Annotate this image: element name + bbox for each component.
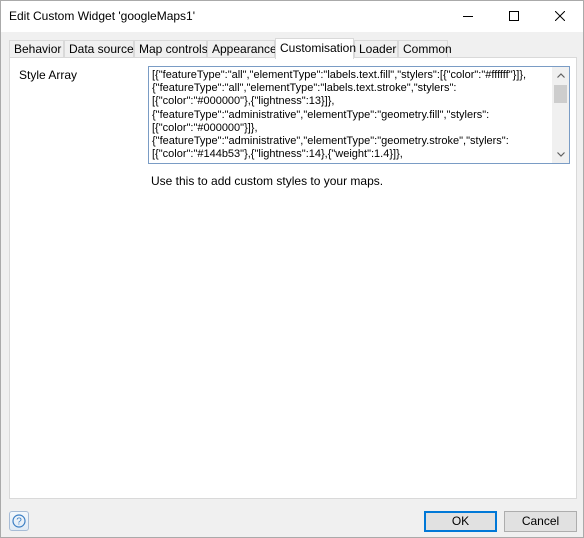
- tab-customisation[interactable]: Customisation: [275, 38, 356, 59]
- ok-button[interactable]: OK: [424, 511, 497, 532]
- scroll-down-button[interactable]: [552, 146, 569, 163]
- minimize-button[interactable]: [445, 1, 491, 31]
- maximize-button[interactable]: [491, 1, 537, 31]
- close-button[interactable]: [537, 1, 583, 31]
- help-button[interactable]: ?: [9, 511, 29, 531]
- scroll-up-button[interactable]: [552, 67, 569, 84]
- cancel-button[interactable]: Cancel: [504, 511, 577, 532]
- dialog-window: Edit Custom Widget 'googleMaps1' Behavio…: [0, 0, 584, 538]
- close-icon: [555, 11, 565, 21]
- tab-appearance[interactable]: Appearance: [207, 40, 277, 58]
- help-icon: ?: [12, 514, 26, 528]
- maximize-icon: [509, 11, 519, 21]
- minimize-icon: [463, 16, 473, 17]
- style-array-help-text: Use this to add custom styles to your ma…: [151, 174, 384, 188]
- style-array-value: [{"featureType":"all","elementType":"lab…: [152, 69, 527, 161]
- tab-behavior[interactable]: Behavior: [9, 40, 64, 58]
- style-array-label: Style Array: [19, 68, 78, 82]
- title-bar: Edit Custom Widget 'googleMaps1': [1, 1, 583, 32]
- tab-common[interactable]: Common: [398, 40, 452, 58]
- customisation-panel: Style Array [{"featureType":"all","eleme…: [9, 57, 577, 499]
- style-array-textarea[interactable]: [{"featureType":"all","elementType":"lab…: [148, 66, 570, 164]
- window-title: Edit Custom Widget 'googleMaps1': [9, 9, 196, 23]
- tab-strip: Behavior Data source Map controls Appear…: [9, 38, 577, 59]
- textarea-scrollbar[interactable]: [552, 67, 569, 163]
- tab-loader[interactable]: Loader: [354, 40, 398, 58]
- svg-text:?: ?: [16, 517, 22, 528]
- chevron-up-icon: [556, 73, 565, 78]
- tab-map-controls[interactable]: Map controls: [134, 40, 208, 58]
- chevron-down-icon: [556, 152, 565, 157]
- scroll-thumb[interactable]: [554, 85, 567, 103]
- tab-data-source[interactable]: Data source: [64, 40, 134, 58]
